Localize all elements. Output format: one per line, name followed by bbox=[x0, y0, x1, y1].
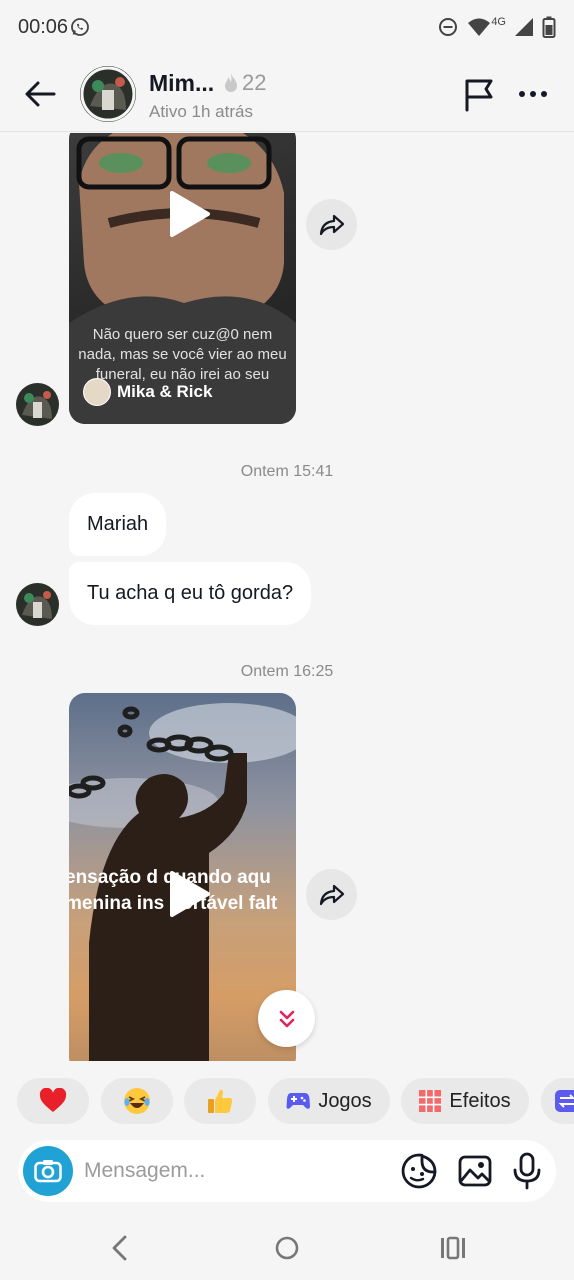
double-chevron-down-icon bbox=[279, 1010, 294, 1027]
image-icon[interactable] bbox=[456, 1152, 494, 1190]
thumbs-up-emoji-icon bbox=[208, 1089, 233, 1113]
timestamp-1: Ontem 15:41 bbox=[240, 463, 334, 480]
quick-reply-games[interactable]: Jogos bbox=[268, 1078, 390, 1124]
share-arrow-icon bbox=[319, 884, 344, 905]
status-icons: 4G bbox=[437, 16, 556, 38]
share-arrow-icon bbox=[319, 214, 344, 235]
message-bubble-1[interactable]: Mariah bbox=[69, 493, 167, 556]
flame-icon bbox=[225, 73, 237, 92]
camera-button[interactable] bbox=[23, 1146, 73, 1196]
do-not-disturb-icon bbox=[439, 18, 458, 36]
quick-reply-bar[interactable]: Jogos Efeitos bbox=[0, 1078, 574, 1126]
sender-avatar[interactable] bbox=[16, 583, 59, 626]
quick-reply-laugh[interactable] bbox=[101, 1078, 173, 1124]
gamepad-icon bbox=[286, 1093, 311, 1109]
quick-reply-more[interactable] bbox=[541, 1078, 574, 1124]
play-icon[interactable] bbox=[162, 869, 212, 919]
share-button-1[interactable] bbox=[306, 199, 357, 250]
quick-reply-effects-label: Efeitos bbox=[449, 1089, 511, 1112]
network-type: 4G bbox=[491, 16, 506, 28]
scroll-to-bottom-button[interactable] bbox=[258, 990, 315, 1047]
status-time: 00:06 bbox=[18, 16, 69, 38]
streak-badge: 22 bbox=[222, 70, 266, 96]
flag-icon[interactable] bbox=[462, 76, 496, 112]
heart-emoji-icon bbox=[39, 1088, 67, 1112]
chat-header: Mim... 22 Ativo 1h atrás bbox=[0, 56, 574, 132]
exchange-icon bbox=[555, 1090, 574, 1112]
wifi-icon bbox=[468, 18, 491, 36]
message-bubble-2[interactable]: Tu acha q eu tô gorda? bbox=[69, 562, 312, 625]
author-avatar bbox=[83, 378, 111, 406]
sticker-icon[interactable] bbox=[400, 1152, 438, 1190]
back-arrow-icon[interactable] bbox=[20, 76, 60, 112]
nav-recents-icon[interactable] bbox=[437, 1232, 469, 1264]
video-caption-1: Não quero ser cuz@0 nem nada, mas se voc… bbox=[78, 326, 287, 383]
play-icon[interactable] bbox=[162, 189, 212, 239]
timestamp-2: Ontem 16:25 bbox=[240, 663, 334, 680]
sender-avatar[interactable] bbox=[16, 383, 59, 426]
more-icon[interactable] bbox=[516, 80, 550, 108]
nav-home-icon[interactable] bbox=[271, 1232, 303, 1264]
share-button-2[interactable] bbox=[306, 869, 357, 920]
effects-grid-icon bbox=[419, 1090, 442, 1112]
video-author-1[interactable]: Mika & Rick bbox=[83, 378, 212, 406]
shared-video-1[interactable]: Não quero ser cuz@0 nem nada, mas se voc… bbox=[69, 133, 296, 424]
author-name: Mika & Rick bbox=[117, 382, 213, 401]
nav-back-icon[interactable] bbox=[104, 1232, 136, 1264]
quick-reply-thumbs-up[interactable] bbox=[184, 1078, 256, 1124]
signal-icon bbox=[515, 18, 533, 36]
chat-messages[interactable]: Não quero ser cuz@0 nem nada, mas se voc… bbox=[0, 133, 574, 1061]
contact-status: Ativo 1h atrás bbox=[149, 102, 253, 121]
status-bar: 00:06 4G bbox=[0, 0, 574, 56]
microphone-icon[interactable] bbox=[508, 1152, 546, 1190]
system-nav-bar bbox=[0, 1212, 574, 1280]
quick-reply-games-label: Jogos bbox=[318, 1089, 372, 1112]
message-composer bbox=[18, 1140, 556, 1202]
streak-count: 22 bbox=[242, 70, 267, 95]
quick-reply-heart[interactable] bbox=[17, 1078, 89, 1124]
quick-reply-effects[interactable]: Efeitos bbox=[401, 1078, 529, 1124]
camera-icon bbox=[34, 1160, 62, 1183]
whatsapp-icon bbox=[71, 18, 89, 36]
contact-name[interactable]: Mim... bbox=[149, 70, 214, 97]
battery-icon bbox=[542, 16, 556, 38]
laughing-emoji-icon bbox=[124, 1088, 150, 1114]
message-input[interactable] bbox=[84, 1152, 384, 1190]
contact-avatar[interactable] bbox=[80, 66, 136, 122]
